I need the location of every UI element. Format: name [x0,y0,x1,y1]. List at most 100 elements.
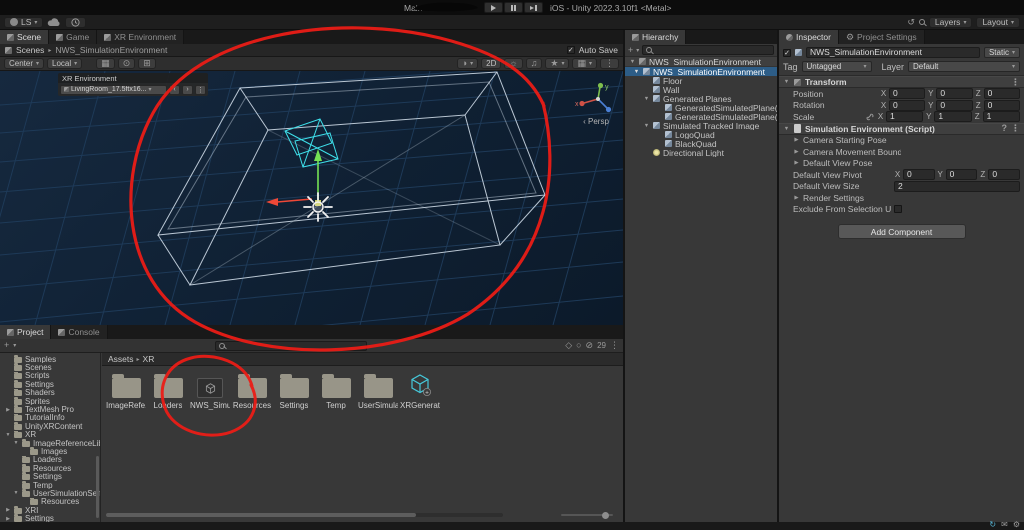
foldout-icon[interactable]: ▼ [643,96,650,102]
help-icon[interactable]: ? [1002,124,1008,133]
tab-game[interactable]: Game [49,30,97,44]
assets-horizontal-scrollbar[interactable] [106,513,503,517]
add-component-button[interactable]: Add Component [838,224,966,239]
render-settings-row[interactable]: ▶ Render Settings [779,192,1024,204]
script-component-header[interactable]: ▼ Simulation Environment (Script) ? ⋮ [779,123,1024,135]
effects-dropdown[interactable]: ★▾ [545,58,569,69]
foldout-icon[interactable]: ▼ [633,69,640,75]
hierarchy-item[interactable]: Directional Light [625,148,777,157]
lighting-toggle[interactable]: ☼ [504,58,522,69]
scene-viewport[interactable]: XR Environment LivingRoom_17.5ftx16... ▾… [0,71,623,325]
breadcrumb-xr[interactable]: XR [143,354,155,364]
tree-item[interactable]: Loaders [0,456,100,464]
directional-light-gizmo[interactable] [304,193,332,221]
rotation-y-field[interactable]: 0 [936,100,972,111]
pivot-x-field[interactable]: 0 [903,169,935,180]
layer-dropdown[interactable]: Default ▾ [908,61,1020,72]
layers-dropdown[interactable]: Layers ▾ [929,17,973,28]
tree-item[interactable]: ▶TextMesh Pro [0,405,100,413]
tree-item[interactable]: ▼UserSimulationSettin [0,489,100,497]
tree-item[interactable]: ▼XR [0,431,100,439]
environment-settings-button[interactable]: ⋮ [195,85,206,95]
position-z-field[interactable]: 0 [984,88,1020,99]
tree-item[interactable]: Samples [0,355,100,363]
foldout-icon[interactable]: ▶ [5,516,11,522]
history-button[interactable] [65,17,86,28]
foldout-icon[interactable]: ▼ [13,490,19,496]
scale-x-field[interactable]: 1 [886,111,923,122]
account-menu[interactable]: LS ▾ [4,17,43,28]
hierarchy-item[interactable]: ▼ Generated Planes [625,94,777,103]
camera-movement-bounds-row[interactable]: ▶ Camera Movement Bounds [779,146,1024,158]
hierarchy-item[interactable]: GeneratedSimulatedPlane(Clone) [625,112,777,121]
foldout-icon[interactable]: ▼ [643,123,650,129]
gameobject-name-field[interactable]: NWS_SimulationEnvironment [806,47,980,58]
more-icon[interactable]: ⋮ [1011,124,1020,133]
tree-item[interactable]: ▼ImageReferenceLibra [0,439,100,447]
scene-header-row[interactable]: ▼ NWS_SimulationEnvironment [625,57,777,67]
rotation-z-field[interactable]: 0 [984,100,1020,111]
prev-environment-button[interactable]: ‹ [169,85,180,95]
tool-settings-button[interactable]: ⊞ [138,58,156,69]
foldout-icon[interactable]: ▶ [5,507,11,513]
exclude-checkbox[interactable] [894,205,902,213]
tree-item[interactable]: Scripts [0,372,100,380]
xr-overlay-title[interactable]: XR Environment [58,73,208,83]
asset-item-xr-general[interactable]: + XRGenerat... [400,373,440,410]
hierarchy-item[interactable]: BlackQuad [625,139,777,148]
project-search-input[interactable] [215,341,367,351]
position-y-field[interactable]: 0 [936,88,972,99]
tree-item[interactable]: Resources [0,498,100,506]
tab-hierarchy[interactable]: Hierarchy [625,30,686,44]
zoom-slider-knob[interactable] [602,512,609,519]
step-button[interactable] [524,2,543,13]
breadcrumb-current[interactable]: NWS_SimulationEnvironment [55,45,167,55]
default-view-pose-row[interactable]: ▶ Default View Pose [779,158,1024,170]
snap-button[interactable]: ⊙ [118,58,136,69]
tree-item[interactable]: Scenes [0,363,100,371]
hierarchy-search-input[interactable] [642,45,774,55]
tree-item[interactable]: Resources [0,464,100,472]
tree-item[interactable]: ▶Settings [0,514,100,522]
foldout-icon[interactable]: ▼ [5,432,11,438]
undo-history-icon[interactable]: ↺ [907,18,915,27]
add-icon[interactable]: + [4,341,9,350]
pause-button[interactable] [504,2,523,13]
tab-inspector[interactable]: Inspector [779,30,839,44]
camera-starting-pose-row[interactable]: ▶ Camera Starting Pose [779,135,1024,147]
more-icon[interactable]: ⋮ [610,341,619,350]
tab-project[interactable]: Project [0,325,51,339]
pivot-z-field[interactable]: 0 [988,169,1020,180]
shading-mode-dropdown[interactable]: ◑▾ [457,58,478,69]
refresh-icon[interactable]: ↻ [989,520,996,529]
tag-dropdown[interactable]: Untagged ▾ [802,61,872,72]
foldout-icon[interactable]: ▼ [783,79,790,85]
transform-component-header[interactable]: ▼ Transform ⋮ [779,76,1024,88]
camera-settings-button[interactable]: ⋮ [600,58,619,69]
hierarchy-item[interactable]: Wall [625,85,777,94]
tab-project-settings[interactable]: ⚙ Project Settings [839,30,925,44]
pivot-dropdown[interactable]: Center▾ [4,58,44,69]
link-icon[interactable] [866,113,874,121]
chevron-down-icon[interactable]: ▾ [636,47,639,54]
foldout-icon[interactable]: ▶ [793,160,800,166]
hierarchy-item[interactable]: ▼ NWS_SimulationEnvironment [625,67,777,76]
foldout-icon[interactable]: ▶ [793,137,800,143]
search-icon[interactable] [919,19,925,25]
tree-item[interactable]: UnityXRContent [0,422,100,430]
tab-xr-environment[interactable]: XR Environment [97,30,184,44]
foldout-icon[interactable]: ▶ [5,407,11,413]
default-view-size-field[interactable]: 2 [894,181,1020,192]
foldout-icon[interactable]: ▶ [793,149,800,155]
layout-dropdown[interactable]: Layout ▾ [976,17,1020,28]
audio-toggle[interactable]: ♫ [526,58,543,69]
auto-save-checkbox[interactable]: ✓ [567,46,575,54]
tree-item[interactable]: ▶XRI [0,506,100,514]
more-icon[interactable]: ⋮ [1011,78,1020,87]
next-environment-button[interactable]: › [182,85,193,95]
tab-scene[interactable]: Scene [0,30,49,44]
pivot-y-field[interactable]: 0 [946,169,978,180]
grid-snap-button[interactable]: ▦ [96,58,115,69]
tree-item[interactable]: Temp [0,481,100,489]
grid-visibility-dropdown[interactable]: ▦▾ [572,58,597,69]
